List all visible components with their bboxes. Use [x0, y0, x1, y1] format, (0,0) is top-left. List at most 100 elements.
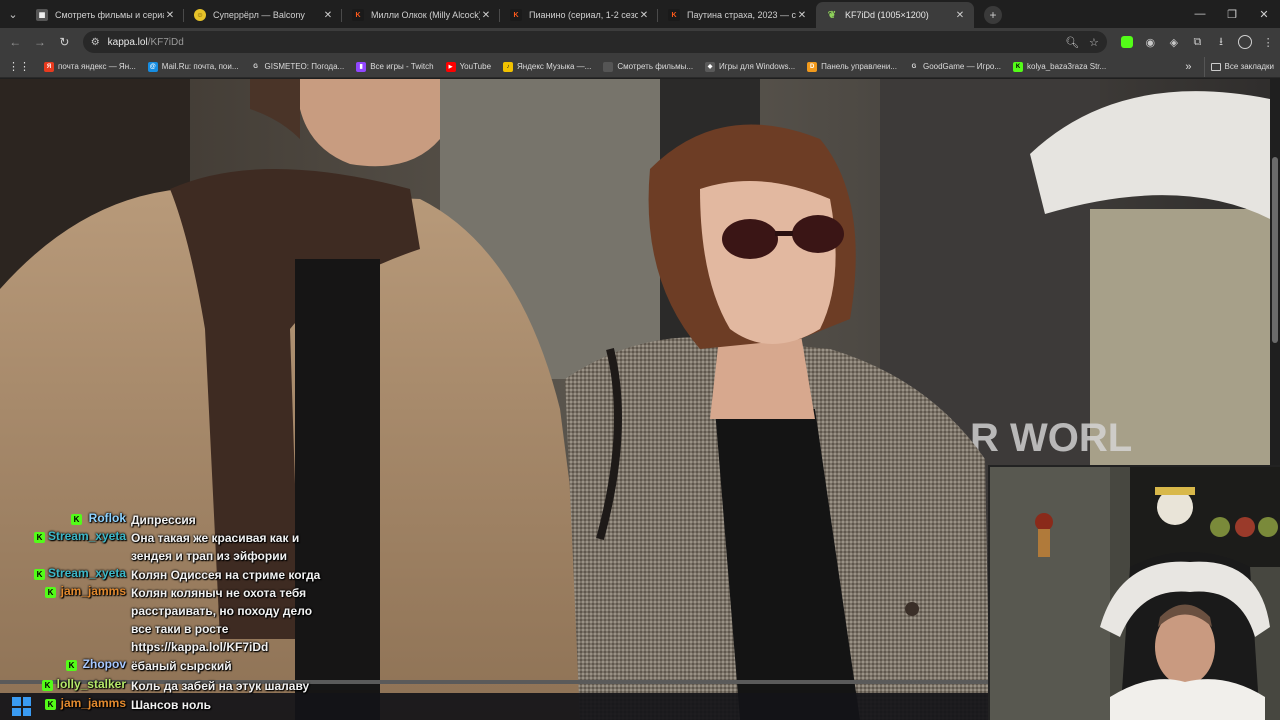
chat-text: Колян коляныч не охота тебя расстраивать… [131, 586, 313, 654]
bookmark-item[interactable]: ◆ Игры для Windows... [699, 57, 801, 77]
close-icon[interactable]: ✕ [480, 10, 492, 21]
bookmark-label: Все игры - Twitch [370, 62, 434, 71]
extensions-puzzle-icon[interactable]: ⧉ [1186, 30, 1210, 54]
bookmark-item[interactable]: Kkolya_baza3raza Str... [1007, 57, 1112, 77]
forward-icon[interactable]: → [28, 30, 53, 55]
kick-badge-icon: K [45, 587, 56, 598]
tab-5[interactable]: K Паутина страха, 2023 — смотр ✕ [658, 2, 816, 28]
tab-1[interactable]: ▦ Смотреть фильмы и сериалы ✕ [26, 2, 184, 28]
google-icon: G [250, 61, 261, 72]
bookmark-item[interactable]: Япочта яндекс — Ян... [38, 57, 142, 77]
chat-nick: Stream_xyeta [47, 529, 126, 543]
chat-nick: Roflok [88, 511, 126, 525]
bookmark-item[interactable]: ♪ Яндекс Музыка —... [497, 57, 597, 77]
bookmark-item[interactable]: ▮ Все игры - Twitch [350, 57, 439, 77]
bookmark-item[interactable]: D Панель управлени... [801, 57, 903, 77]
address-bar[interactable]: ⚙ kappa.lol/KF7iDd 🔍︎ ☆ [82, 31, 1107, 53]
back-icon[interactable]: ← [3, 30, 28, 55]
leaf-icon: ❦ [826, 9, 838, 21]
kick-badge-icon: K [45, 699, 56, 710]
scrollbar-thumb[interactable] [1272, 157, 1278, 343]
donation-d-icon: D [807, 61, 818, 72]
chat-nick: Zhopov [82, 657, 126, 671]
folder-icon [1210, 62, 1221, 71]
tab-strip: ⌄ ▦ Смотреть фильмы и сериалы ✕ ☺ Суперр… [0, 0, 1280, 28]
all-bookmarks-label: Все закладки [1224, 62, 1274, 71]
bookmark-label: Mail.Ru: почта, пои... [161, 62, 239, 71]
bookmark-item[interactable]: G GoodGame — Игро... [903, 57, 1007, 77]
kp-icon: K [668, 9, 680, 21]
reload-icon[interactable]: ↻ [52, 30, 77, 55]
kick-badge-icon: K [42, 680, 53, 691]
close-icon[interactable]: ✕ [954, 10, 966, 21]
yandex-mail-icon: Я [44, 61, 54, 72]
mailru-icon: @ [147, 61, 158, 72]
kick-badge-icon: K [71, 514, 82, 525]
kick-extension-icon[interactable] [1115, 30, 1139, 54]
kick-badge-icon: K [34, 569, 45, 580]
tab-2[interactable]: ☺ Суперрёрл — Balcony ✕ [184, 2, 342, 28]
youtube-icon: ▶ [445, 61, 456, 72]
profile-avatar-icon[interactable] [1233, 30, 1257, 54]
zoom-icon[interactable]: 🔍︎ [1065, 36, 1079, 49]
tab-title: Суперрёрл — Balcony [213, 10, 305, 20]
new-tab-button[interactable]: + [984, 6, 1002, 24]
close-icon[interactable]: ✕ [796, 10, 808, 21]
gamepad-icon: ◆ [705, 61, 716, 72]
twitch-icon: ▮ [356, 61, 367, 72]
bookmark-label: Яндекс Музыка —... [517, 62, 592, 71]
sign-text: R WORL [970, 416, 1132, 460]
bookmark-item[interactable]: @ Mail.Ru: почта, пои... [142, 57, 245, 77]
close-window-icon[interactable]: ✕ [1248, 0, 1280, 28]
downloads-icon[interactable]: ⭳ [1209, 30, 1233, 54]
film-reel-icon [603, 61, 614, 72]
yandex-music-icon: ♪ [503, 61, 514, 72]
all-bookmarks[interactable]: Все закладки [1203, 56, 1280, 77]
tab-4[interactable]: K Пианино (сериал, 1-2 сезоны) ✕ [500, 2, 658, 28]
bookmark-label: Игры для Windows... [719, 62, 796, 71]
close-icon[interactable]: ✕ [164, 10, 176, 21]
kick-badge-icon: K [66, 660, 77, 671]
bookmark-label: YouTube [459, 62, 492, 71]
chat-nick: jam_jamms [60, 584, 126, 598]
chat-nick: Stream_xyeta [47, 566, 126, 580]
bookmark-label: Панель управлени... [821, 62, 897, 71]
google-icon: G [908, 61, 919, 72]
tab-3[interactable]: K Милли Олкок (Milly Alcock): ф ✕ [342, 2, 500, 28]
tab-search-button[interactable]: ⌄ [0, 0, 26, 28]
extension-globe-icon[interactable]: ◉ [1138, 30, 1162, 54]
chat-text: Дипрессия [131, 513, 196, 527]
bookmarks-bar: ⋮⋮ Япочта яндекс — Ян... @ Mail.Ru: почта… [0, 56, 1280, 78]
extension-puzzle-2-icon[interactable]: ◈ [1162, 30, 1186, 54]
chat-nick: jam_jamms [60, 696, 126, 710]
chat-nick: lolly_stalker [56, 677, 126, 691]
url-host: kappa.lol [107, 36, 148, 48]
tab-title: Смотреть фильмы и сериалы [55, 10, 164, 20]
bookmark-label: GISMETEO: Погода... [264, 62, 345, 71]
chat-text: Коль да забей на этук шалаву [131, 679, 310, 693]
apps-grid-icon[interactable]: ⋮⋮ [0, 57, 38, 77]
window-controls: — ❐ ✕ [1184, 0, 1280, 28]
menu-kebab-icon[interactable]: ⋮ [1256, 30, 1280, 54]
kick-badge-icon: K [34, 532, 45, 543]
tab-6-active[interactable]: ❦ KF7iDd (1005×1200) ✕ [816, 2, 974, 28]
minimize-icon[interactable]: — [1184, 0, 1216, 28]
tab-title: Милли Олкок (Milly Alcock): ф [371, 10, 480, 20]
more-bookmarks-icon[interactable]: » [1179, 57, 1197, 77]
chat-message: K Roflok Дипрессия [0, 511, 340, 529]
site-info-icon[interactable]: ⚙ [91, 37, 100, 48]
chat-text: Колян Одиссея на стриме когда [131, 568, 321, 582]
bookmark-item[interactable]: ▶ YouTube [440, 57, 497, 77]
screen: ⌄ ▦ Смотреть фильмы и сериалы ✕ ☺ Суперр… [0, 0, 1280, 720]
close-icon[interactable]: ✕ [322, 10, 334, 21]
close-icon[interactable]: ✕ [638, 10, 650, 21]
kick-icon: K [1013, 61, 1024, 72]
bookmark-item[interactable]: Смотреть фильмы... [597, 57, 699, 77]
tab-title: Паутина страха, 2023 — смотр [687, 10, 796, 20]
chat-message: K jam_jamms Колян коляныч не охота тебя … [0, 584, 340, 656]
chat-message: K lolly_stalker Коль да забей на этук ша… [0, 677, 340, 695]
bookmark-star-icon[interactable]: ☆ [1089, 36, 1099, 49]
film-reel-icon: ▦ [36, 9, 48, 21]
restore-icon[interactable]: ❐ [1216, 0, 1248, 28]
bookmark-item[interactable]: G GISMETEO: Погода... [245, 57, 351, 77]
